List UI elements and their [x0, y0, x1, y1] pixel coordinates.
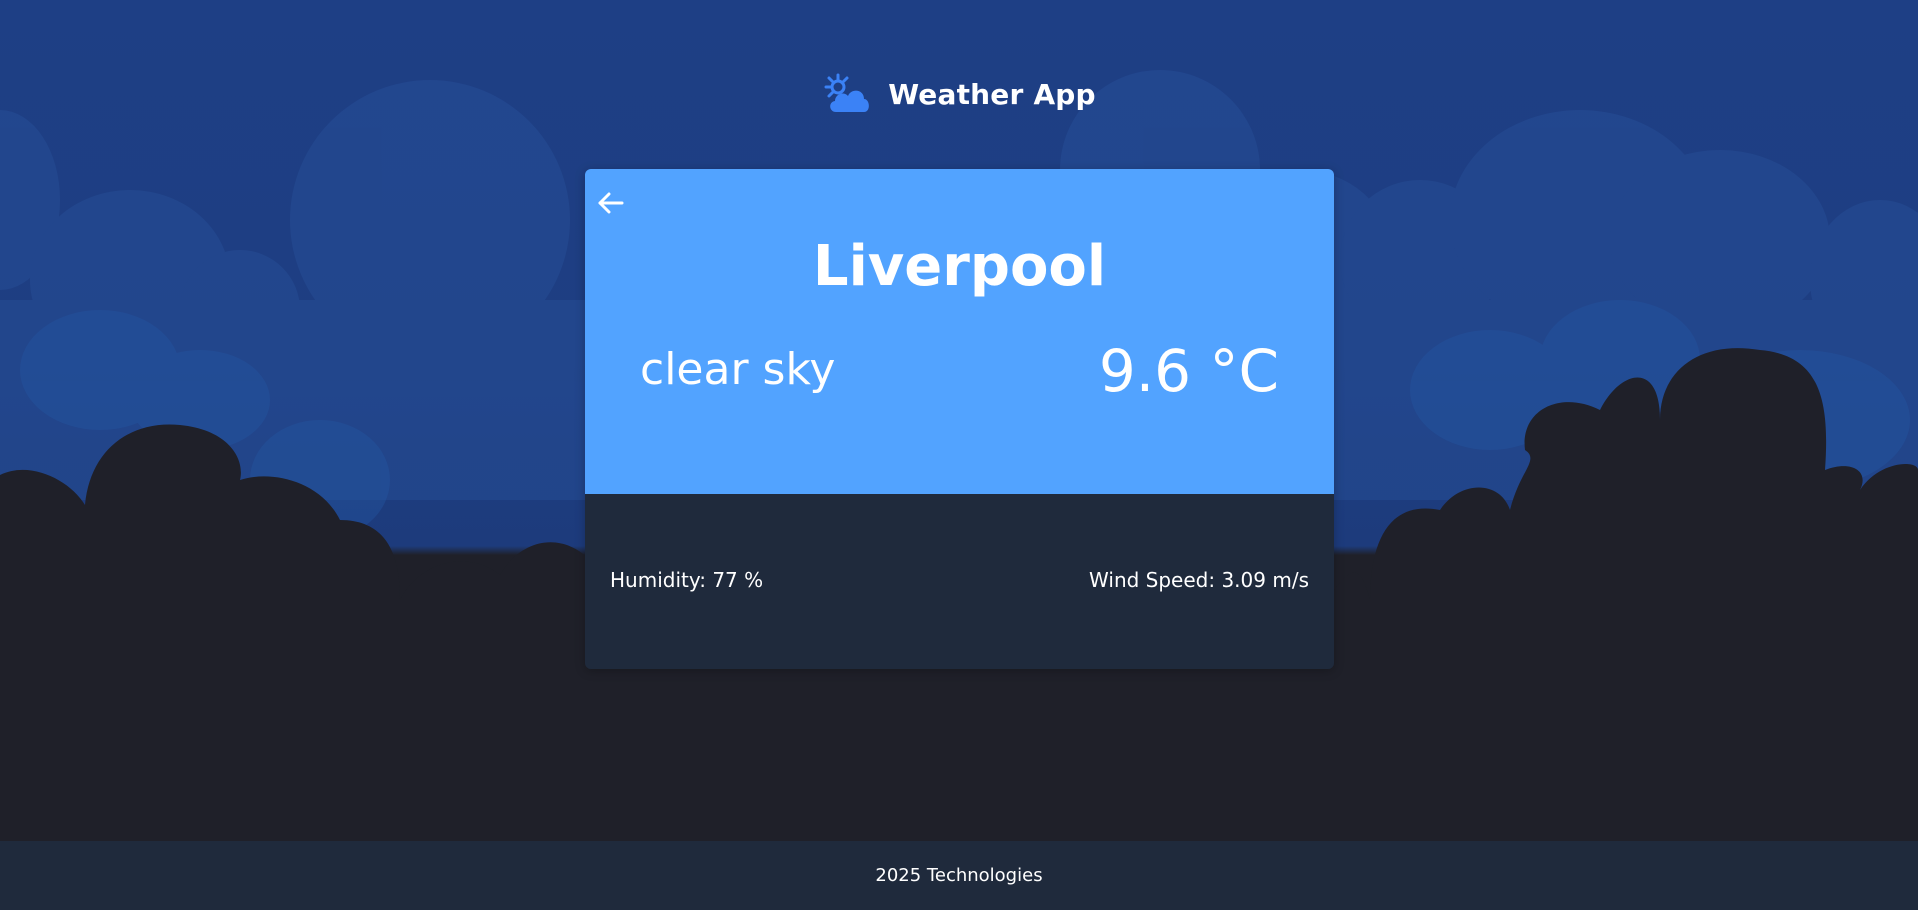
footer-text: 2025 Technologies [875, 865, 1043, 886]
city-name: Liverpool [812, 234, 1107, 299]
weather-card-main: Liverpool clear sky 9.6 °C [585, 169, 1334, 494]
footer: 2025 Technologies [0, 841, 1918, 910]
weather-description: clear sky [640, 344, 836, 395]
weather-card-details: Humidity: 77 % Wind Speed: 3.09 m/s [585, 494, 1334, 669]
wind-speed-label: Wind Speed: 3.09 m/s [1089, 568, 1309, 592]
temperature: 9.6 °C [1098, 337, 1279, 405]
app-header: Weather App [0, 72, 1918, 116]
app-title: Weather App [888, 77, 1096, 111]
sun-behind-cloud-icon [824, 73, 870, 112]
arrow-left-icon [598, 192, 624, 214]
back-button[interactable] [595, 187, 627, 219]
weather-card: Liverpool clear sky 9.6 °C Humidity: 77 … [585, 169, 1334, 669]
app-page: Weather App Liverpool clear sky 9.6 °C H… [0, 0, 1918, 910]
humidity-label: Humidity: 77 % [610, 568, 764, 592]
